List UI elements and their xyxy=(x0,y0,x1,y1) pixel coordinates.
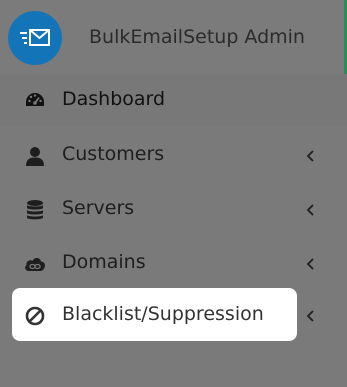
sidebar-item-domains[interactable]: Domains xyxy=(12,236,314,290)
brand-title: BulkEmailSetup Admin xyxy=(89,26,305,48)
sidebar-item-label: Servers xyxy=(62,197,135,219)
sidebar-item-label: Dashboard xyxy=(62,88,166,110)
chevron-left-icon xyxy=(306,310,314,322)
sidebar-item-blacklist-suppression[interactable]: Blacklist/Suppression xyxy=(12,288,297,341)
sidebar-item-label: Blacklist/Suppression xyxy=(62,303,264,325)
sidebar-brand[interactable]: BulkEmailSetup Admin xyxy=(0,0,347,77)
ban-icon xyxy=(24,305,46,327)
chevron-left-icon xyxy=(306,150,314,162)
speedometer-icon xyxy=(24,90,46,112)
brand-logo xyxy=(8,11,62,65)
database-icon xyxy=(24,199,46,221)
chevron-left-icon xyxy=(306,204,314,216)
chevron-left-icon xyxy=(306,258,314,270)
sidebar-item-label: Customers xyxy=(62,143,165,165)
email-icon xyxy=(20,29,50,46)
user-icon xyxy=(24,145,46,167)
cloud-link-icon xyxy=(24,253,46,275)
sidebar-item-customers[interactable]: Customers xyxy=(12,128,314,182)
sidebar-item-dashboard[interactable]: Dashboard xyxy=(0,74,347,126)
sidebar-item-servers[interactable]: Servers xyxy=(12,182,314,236)
sidebar-item-label: Domains xyxy=(62,251,146,273)
